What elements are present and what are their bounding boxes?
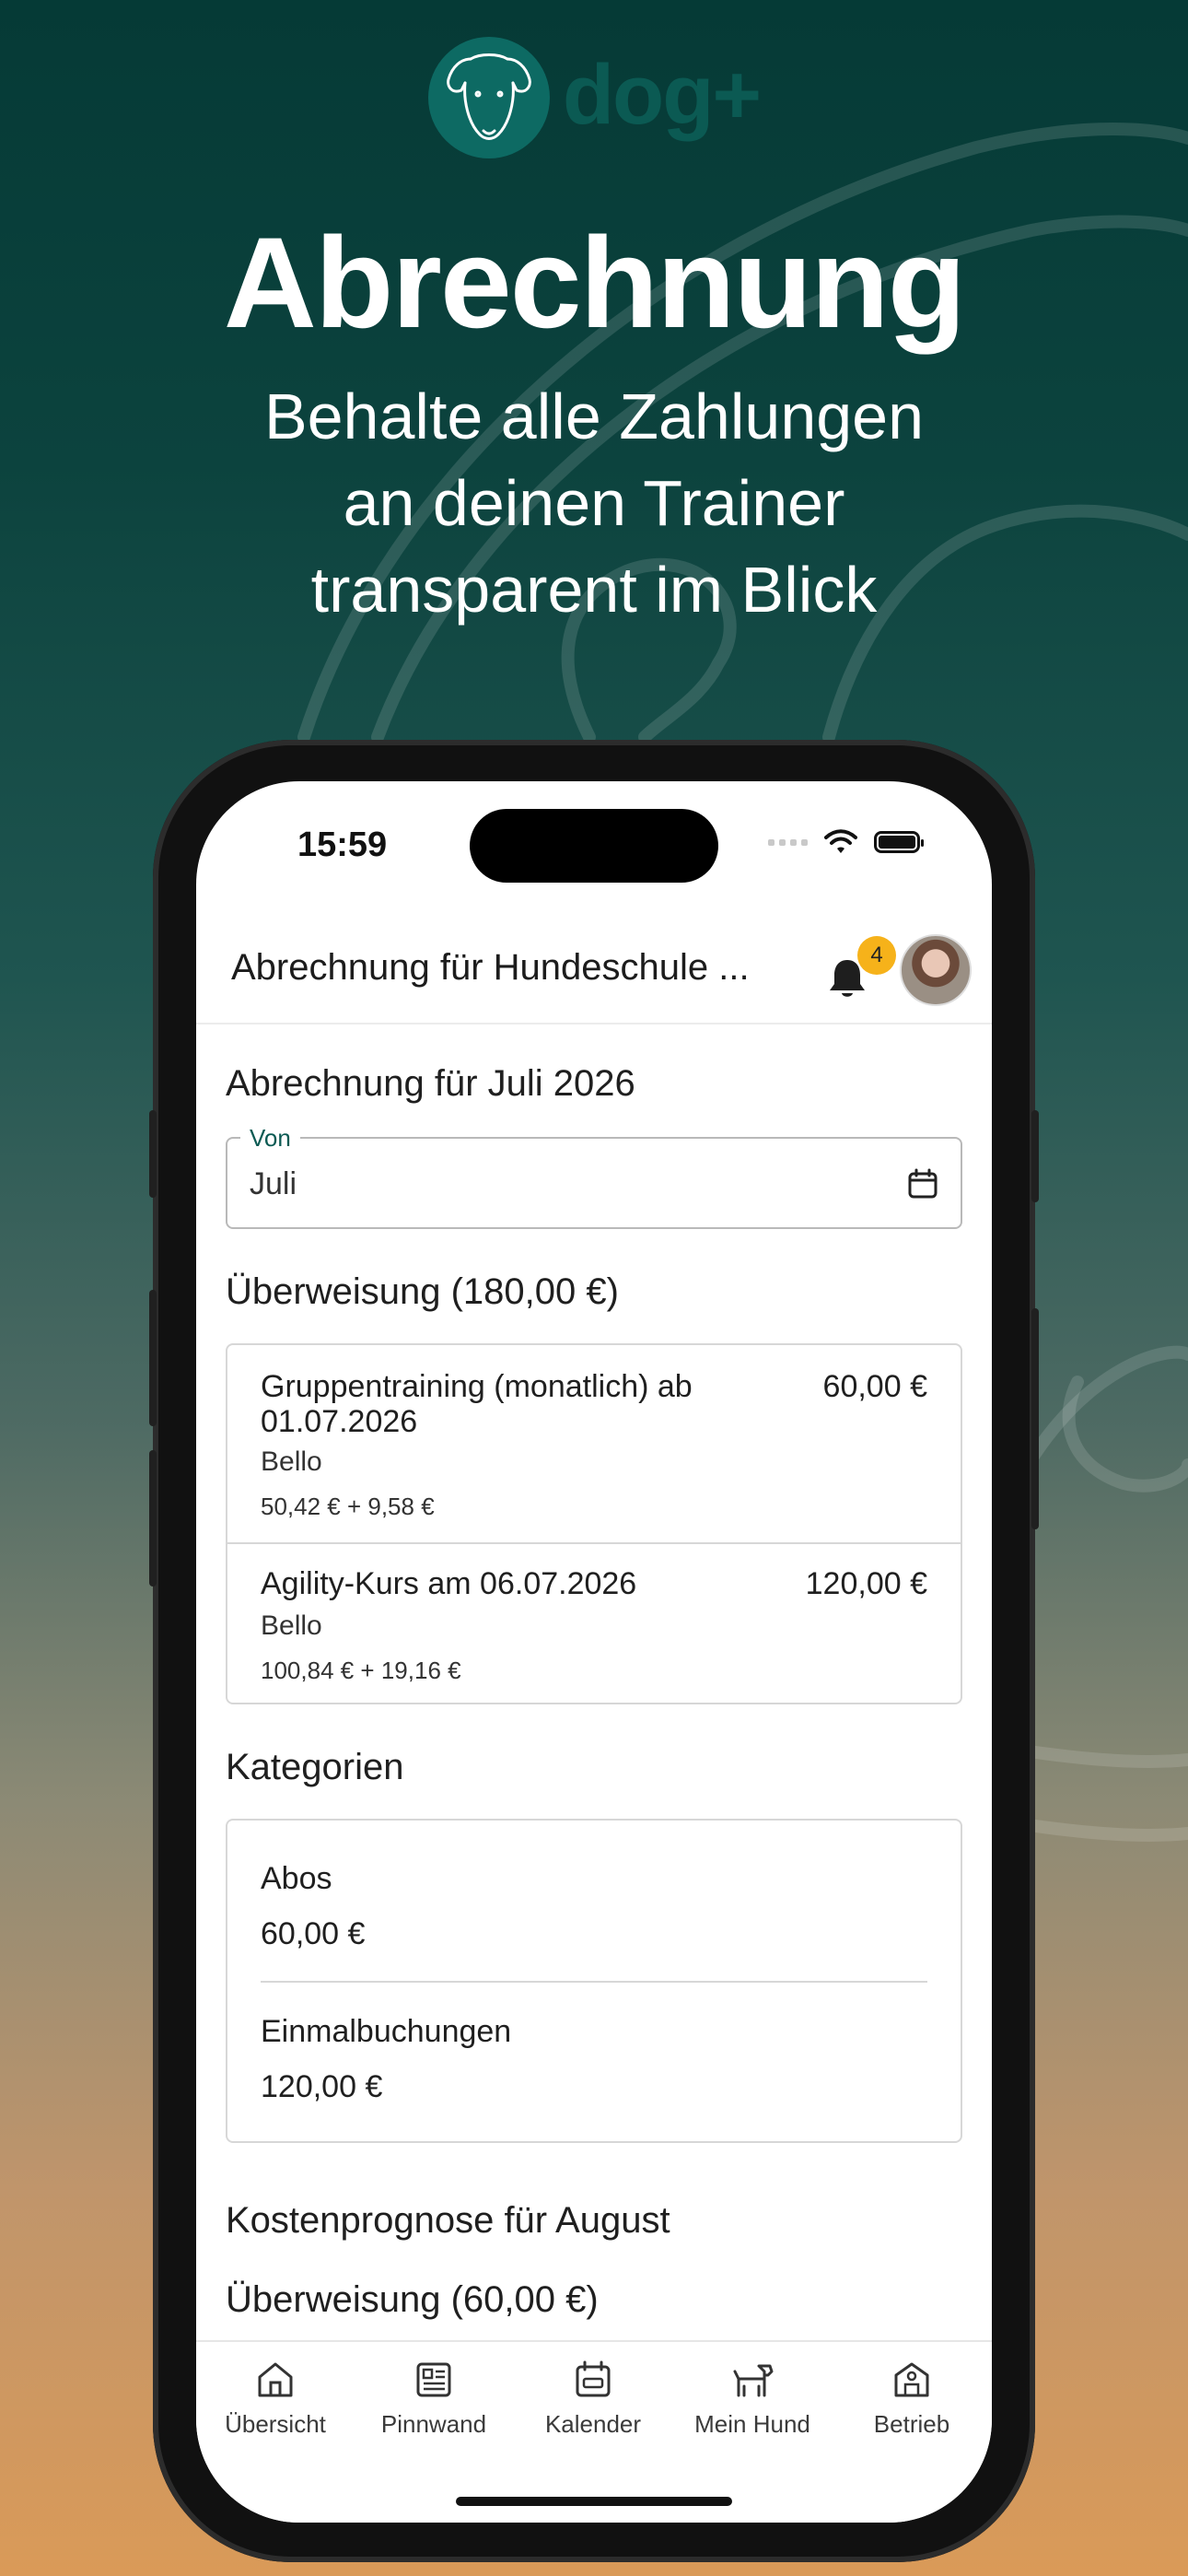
- phone-side-button: [149, 1110, 157, 1198]
- category-divider: [261, 1981, 927, 1983]
- home-icon: [258, 2362, 293, 2397]
- hero-title: Abrechnung: [223, 210, 966, 355]
- cellular-signal-icon: [768, 838, 808, 846]
- hero-subtitle: Behalte alle Zahlungen an deinen Trainer…: [0, 373, 1188, 633]
- transfer-item-breakdown: 100,84 € + 19,16 €: [261, 1657, 461, 1684]
- dog-logo-icon: [427, 37, 550, 158]
- dog-icon: [733, 2364, 774, 2397]
- transfer-item-amount: 60,00 €: [822, 1369, 927, 1404]
- period-field-value: Juli: [250, 1166, 297, 1201]
- phone-screen: 15:59 Abrechnung für Hundeschule ... 4 A…: [196, 781, 992, 2523]
- transfer-item-dog: Bello: [261, 1446, 322, 1477]
- transfer-heading: Überweisung (180,00 €): [226, 1271, 619, 1312]
- avatar[interactable]: [900, 934, 972, 1006]
- categories-heading: Kategorien: [226, 1747, 404, 1787]
- phone-power-button: [1031, 1110, 1039, 1202]
- hero-subtitle-line: transparent im Blick: [310, 554, 878, 626]
- forecast-transfer-heading: Überweisung (60,00 €): [226, 2279, 599, 2320]
- period-field-label: Von: [240, 1124, 300, 1153]
- period-date-field[interactable]: Von Juli: [226, 1124, 962, 1229]
- board-icon: [416, 2362, 451, 2397]
- page-title: Abrechnung für Hundeschule ...: [231, 947, 750, 988]
- phone-power-button-lower: [1031, 1308, 1039, 1529]
- calendar-icon: [576, 2360, 611, 2397]
- transfer-item-title: Gruppentraining (monatlich) ab 01.07.202…: [261, 1369, 693, 1439]
- billing-heading: Abrechnung für Juli 2026: [226, 1063, 635, 1104]
- battery-icon: [874, 831, 924, 853]
- nav-item-business[interactable]: Betrieb: [833, 2359, 990, 2439]
- forecast-heading: Kostenprognose für August: [226, 2200, 670, 2241]
- nav-item-my-dog[interactable]: Mein Hund: [674, 2359, 831, 2439]
- app-bar: Abrechnung für Hundeschule ... 4: [196, 918, 992, 1025]
- nav-label: Betrieb: [873, 2410, 950, 2438]
- business-icon: [894, 2362, 929, 2397]
- calendar-icon[interactable]: [907, 1168, 938, 1200]
- categories-card: Abos 60,00 € Einmalbuchungen 120,00 €: [226, 1819, 962, 2143]
- category-name: Einmalbuchungen: [261, 2014, 512, 2049]
- nav-item-overview[interactable]: Übersicht: [197, 2359, 354, 2439]
- nav-label: Kalender: [544, 2410, 642, 2438]
- transfer-item[interactable]: Agility-Kurs am 06.07.2026 120,00 € Bell…: [227, 1544, 961, 1704]
- hero-subtitle-line: Behalte alle Zahlungen: [263, 381, 925, 452]
- nav-label: Mein Hund: [694, 2410, 810, 2438]
- category-amount: 120,00 €: [261, 2069, 383, 2104]
- category-amount: 60,00 €: [261, 1916, 366, 1951]
- home-indicator[interactable]: [456, 2497, 732, 2506]
- transfer-item-breakdown: 50,42 € + 9,58 €: [261, 1493, 435, 1520]
- wifi-icon: [824, 829, 857, 853]
- bottom-navigation: Übersicht Pinnwand Kalender Mein Hund Be…: [196, 2340, 992, 2523]
- transfer-list: Gruppentraining (monatlich) ab 01.07.202…: [226, 1343, 962, 1704]
- transfer-item[interactable]: Gruppentraining (monatlich) ab 01.07.202…: [227, 1345, 961, 1542]
- nav-item-board[interactable]: Pinnwand: [355, 2359, 512, 2439]
- brand-logo-text: dog+: [562, 47, 762, 142]
- phone-volume-up-button: [149, 1290, 157, 1426]
- notification-badge: 4: [857, 936, 896, 975]
- brand-header: dog+: [0, 37, 1188, 158]
- transfer-item-dog: Bello: [261, 1610, 322, 1641]
- nav-item-calendar[interactable]: Kalender: [515, 2359, 671, 2439]
- status-icons: [768, 829, 924, 855]
- transfer-item-title: Agility-Kurs am 06.07.2026: [261, 1566, 637, 1601]
- category-name: Abos: [261, 1861, 332, 1896]
- phone-volume-down-button: [149, 1450, 157, 1587]
- nav-label: Pinnwand: [380, 2410, 487, 2438]
- transfer-item-amount: 120,00 €: [805, 1566, 927, 1601]
- status-time: 15:59: [297, 825, 388, 864]
- dynamic-island: [470, 809, 718, 883]
- nav-label: Übersicht: [225, 2410, 326, 2438]
- hero-subtitle-line: an deinen Trainer: [343, 467, 845, 539]
